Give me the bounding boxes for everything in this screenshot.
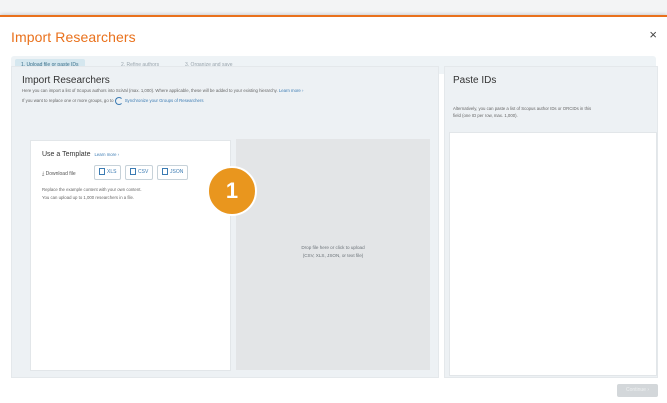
file-icon [130,168,136,176]
learn-more-link[interactable]: Learn more › [279,88,304,93]
csv-label: CSV [138,169,149,175]
paste-ids-description-2: field (one ID per row, max. 1,000). [453,113,518,118]
replace-groups-text: If you want to replace one or more group… [22,98,114,104]
xls-label: XLS [107,169,117,175]
download-xls-button[interactable]: XLS [94,165,122,180]
template-learn-more-link[interactable]: Learn more › [95,152,120,157]
download-file-text: Download file [45,171,76,177]
synchronize-groups-link[interactable]: Synchronize your Groups of Researchers [125,98,204,103]
download-file-label: ⤓ Download file [42,171,76,177]
import-description-text: Here you can import a list of Scopus aut… [22,88,278,93]
json-label: JSON [170,169,184,175]
close-icon[interactable]: × [649,28,657,42]
continue-button[interactable]: Continue › [617,384,658,397]
file-icon [99,168,105,176]
template-title-text: Use a Template [42,151,91,158]
file-dropzone[interactable]: Drop file here or click to upload (CSV, … [236,139,430,370]
template-instructions-1: Replace the example content with your ow… [42,187,142,192]
file-icon [162,168,168,176]
sync-icon [114,97,123,105]
callout-badge: 1 [207,166,257,216]
dropzone-line-2: (CSV, XLS, JSON, or text file) [302,253,364,258]
paste-ids-description-1: Alternatively, you can paste a list of S… [453,106,592,111]
dropzone-line-1: Drop file here or click to upload [301,245,365,250]
import-description: Here you can import a list of Scopus aut… [22,87,303,94]
download-json-button[interactable]: JSON [157,165,189,180]
import-panel-title: Import Researchers [22,75,110,86]
download-csv-button[interactable]: CSV [125,165,154,180]
template-instructions-2: You can upload up to 1,000 researchers i… [42,195,135,200]
dialog-title: Import Researchers [11,29,136,45]
template-title: Use a Template Learn more › [42,151,119,158]
download-icon: ⤓ [42,171,45,177]
replace-groups-line: If you want to replace one or more group… [22,97,204,105]
template-box: Use a Template Learn more › ⤓ Download fi… [30,140,231,371]
paste-ids-textarea[interactable] [449,132,657,376]
paste-ids-title: Paste IDs [453,75,497,86]
